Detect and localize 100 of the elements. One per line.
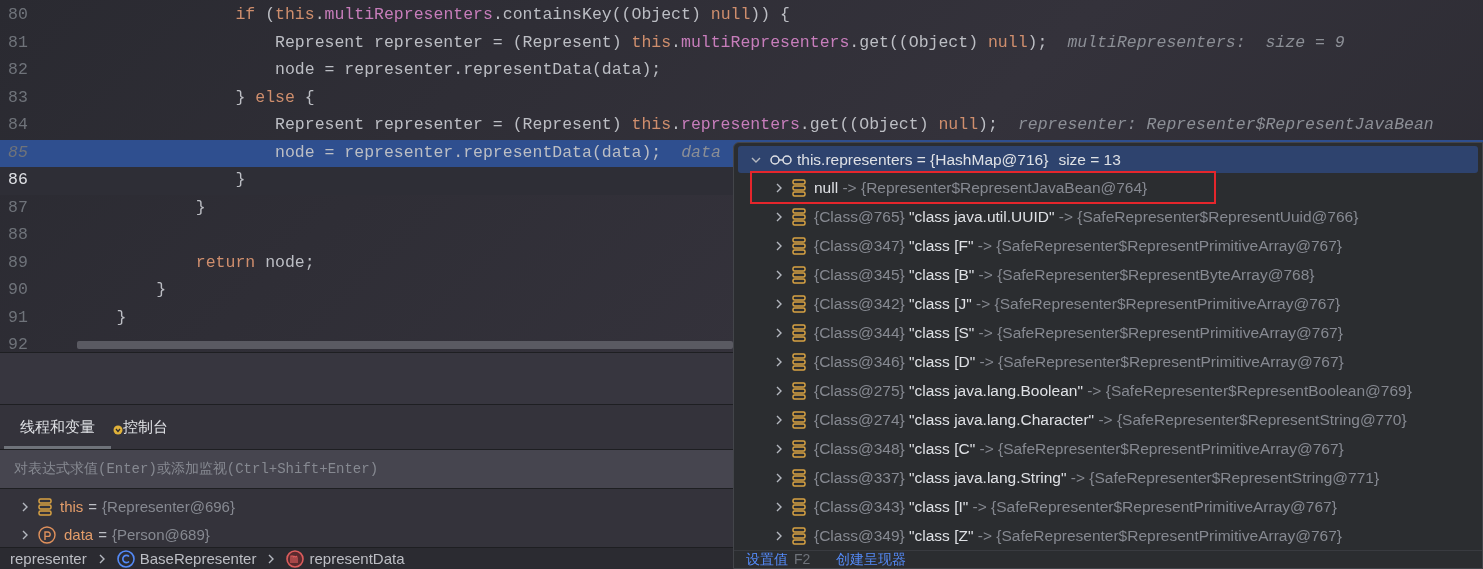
code-text: }	[234, 86, 247, 109]
field-stack-icon	[38, 498, 52, 516]
map-entry-text[interactable]: {Class@274} "class java.lang.Character" -> {SafeRepresenter$RepresentString@770}	[814, 407, 1407, 432]
inline-value-hint: multiRepresenters: size = 9	[1067, 31, 1345, 54]
field-name-text: representers	[681, 114, 800, 137]
variable-name: this	[60, 496, 84, 517]
map-entry-text[interactable]: {Class@346} "class [D" -> {SafeRepresenter$RepresentPrimitiveArray@767}	[814, 349, 1344, 374]
expand-chevron-icon[interactable]	[774, 529, 784, 542]
expand-chevron-icon[interactable]	[774, 326, 784, 339]
breadcrumb-item[interactable]: BaseRepresenter	[116, 549, 257, 568]
popup-link[interactable]: 创建呈现器	[836, 549, 907, 569]
code-text: .	[671, 31, 681, 54]
keyword-text: null	[710, 4, 751, 27]
expand-chevron-icon[interactable]	[774, 500, 784, 513]
code-text: node;	[264, 251, 315, 274]
line-number: 91	[7, 306, 29, 329]
code-text: .	[314, 4, 325, 27]
expand-chevron-icon[interactable]	[774, 442, 784, 455]
map-entry-text[interactable]: null -> {Representer$RepresentJavaBean@764}	[814, 175, 1148, 200]
console-badge-icon	[113, 425, 123, 435]
expand-chevron-icon[interactable]	[774, 413, 784, 426]
panel-tab[interactable]: 控制台	[111, 405, 184, 449]
code-text: Represent representer = (Represent)	[274, 31, 623, 54]
map-entry-text[interactable]: {Class@343} "class [I" -> {SafeRepresenter$RepresentPrimitiveArray@767}	[814, 494, 1337, 519]
expression-field[interactable]: 对表达式求值(Enter)或添加监视(Ctrl+Shift+Enter)	[14, 458, 719, 480]
expand-chevron-icon[interactable]	[774, 181, 784, 194]
map-entry-text[interactable]: {Class@342} "class [J" -> {SafeRepresenter$RepresentPrimitiveArray@767}	[814, 291, 1341, 316]
map-entry-text[interactable]: {Class@337} "class java.lang.String" -> {SafeRepresenter$RepresentString@771}	[814, 465, 1380, 490]
map-entry-text[interactable]: {Class@765} "class java.util.UUID" -> {SafeRepresenter$RepresentUuid@766}	[814, 204, 1359, 229]
code-text: node = representer.representData(data);	[274, 141, 662, 164]
map-entry-text[interactable]: {Class@275} "class java.lang.Boolean" -> {SafeRepresenter$RepresentBoolean@769}	[814, 378, 1412, 403]
code-text: .get((Object)	[799, 114, 930, 137]
field-stack-icon	[792, 526, 806, 545]
method-icon	[286, 549, 305, 568]
inline-value-hint: data	[681, 141, 721, 164]
expand-chevron-icon[interactable]	[774, 355, 784, 368]
glasses-icon	[770, 154, 792, 165]
selected-tree-row[interactable]: this.representers = {HashMap@716} size = 13	[738, 146, 1478, 174]
field-stack-icon	[792, 381, 806, 400]
line-number: 88	[7, 224, 29, 247]
line-number: 87	[7, 196, 29, 219]
variable-name: data	[64, 524, 94, 545]
line-number: 89	[7, 251, 29, 274]
expand-chevron-icon[interactable]	[774, 384, 784, 397]
code-text: }	[194, 196, 206, 219]
keyword-text: this	[631, 31, 672, 54]
map-entry-text[interactable]: {Class@347} "class [F" -> {SafeRepresenter$RepresentPrimitiveArray@767}	[814, 233, 1342, 258]
keyword-text: else	[255, 86, 295, 109]
equals-sign: =	[88, 496, 98, 517]
keyword-text: this	[631, 114, 672, 137]
field-stack-icon	[792, 352, 806, 371]
field-name-text: multiRepresenters	[324, 4, 493, 27]
keyword-text: null	[987, 31, 1028, 54]
line-number: 85	[7, 141, 29, 164]
map-entry-text[interactable]: {Class@349} "class [Z" -> {SafeRepresenter$RepresentPrimitiveArray@767}	[814, 523, 1342, 548]
code-text: node = representer.representData(data);	[274, 59, 662, 82]
keyword-text: this	[275, 4, 315, 27]
code-text: )) {	[750, 4, 790, 27]
expand-chevron-icon[interactable]	[20, 501, 30, 513]
breadcrumb-item[interactable]: representData	[286, 549, 405, 568]
code-text: }	[234, 169, 246, 192]
keyword-text: if	[234, 4, 256, 27]
map-entry-text[interactable]: {Class@345} "class [B" -> {SafeRepresenter$RepresentByteArray@768}	[814, 262, 1315, 287]
keyword-text: null	[938, 114, 979, 137]
class-icon	[116, 549, 135, 568]
horizontal-scrollbar[interactable]	[77, 341, 733, 349]
field-stack-icon	[792, 236, 806, 255]
field-stack-icon	[792, 410, 806, 429]
code-text: Represent representer = (Represent)	[274, 114, 623, 137]
expand-chevron-icon[interactable]	[774, 471, 784, 484]
code-text: .	[671, 114, 681, 137]
line-number: 92	[7, 334, 29, 357]
popup-link[interactable]: 设置值	[746, 549, 788, 569]
breadcrumb-item[interactable]: representer	[10, 549, 87, 568]
field-stack-icon	[792, 207, 806, 226]
line-number: 90	[7, 279, 29, 302]
code-text: );	[978, 114, 998, 137]
map-entry-text[interactable]: {Class@344} "class [S" -> {SafeRepresenter$RepresentPrimitiveArray@767}	[814, 320, 1343, 345]
field-stack-icon	[792, 468, 806, 487]
variable-value: {Person@689}	[111, 524, 210, 545]
expand-chevron-icon[interactable]	[20, 529, 30, 541]
field-stack-icon	[792, 497, 806, 516]
line-number: 86	[7, 169, 29, 192]
expand-chevron-icon[interactable]	[774, 239, 784, 252]
inline-value-hint: representer: Representer$RepresentJavaBean	[1017, 114, 1434, 137]
field-stack-icon	[792, 439, 806, 458]
code-text: );	[1027, 31, 1048, 54]
field-stack-icon	[792, 265, 806, 284]
equals-sign: =	[98, 524, 107, 545]
code-text: .get((Object)	[849, 31, 980, 54]
line-number: 83	[7, 86, 29, 109]
parameter-icon	[38, 526, 56, 544]
map-entry-text[interactable]: {Class@348} "class [C" -> {SafeRepresenter$RepresentPrimitiveArray@767}	[814, 436, 1344, 461]
field-name-text: multiRepresenters	[681, 31, 850, 54]
shortcut-text: F2	[794, 550, 811, 569]
expand-chevron-icon[interactable]	[774, 268, 784, 281]
expand-chevron-icon[interactable]	[774, 297, 784, 310]
line-number: 80	[7, 4, 29, 27]
expand-chevron-icon[interactable]	[774, 210, 784, 223]
variable-value: {Representer@696}	[102, 496, 235, 517]
